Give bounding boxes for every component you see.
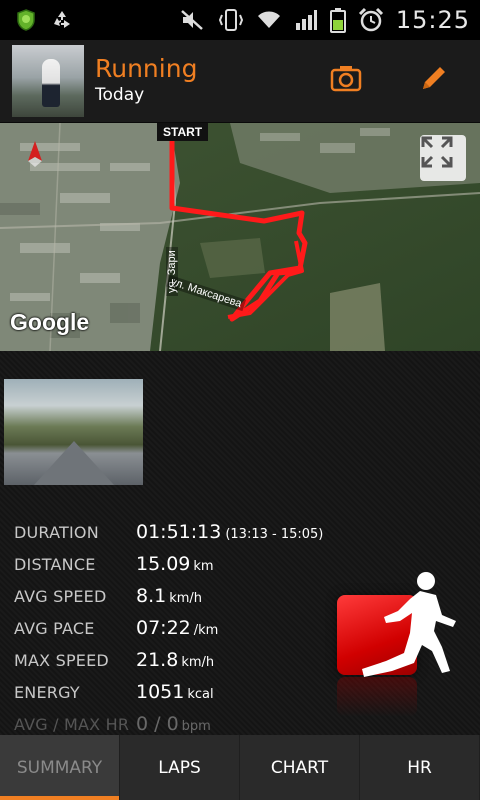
stat-label: AVG PACE [14, 619, 95, 638]
camera-icon [330, 64, 362, 96]
activity-title: Running [95, 54, 198, 83]
stat-value: 07:22/km [136, 617, 219, 639]
bottom-tabs: SUMMARY LAPS CHART HR [0, 735, 480, 800]
runner-icon [352, 569, 462, 703]
map-provider-logo: Google [10, 309, 90, 335]
edit-pencil-icon [419, 63, 449, 97]
status-time: 15:25 [395, 6, 470, 34]
stat-label: AVG SPEED [14, 587, 107, 606]
wifi-icon [256, 8, 282, 32]
edit-button[interactable] [414, 60, 454, 100]
stat-label: ENERGY [14, 683, 80, 702]
stat-value: 01:51:13 (13:13 - 15:05) [136, 521, 324, 543]
stat-label: DISTANCE [14, 555, 96, 574]
tab-summary[interactable]: SUMMARY [0, 735, 120, 800]
signal-icon [294, 8, 318, 32]
activity-date: Today [95, 85, 145, 105]
stat-label: AVG / MAX HR [14, 715, 130, 734]
tab-laps[interactable]: LAPS [120, 735, 240, 800]
stat-label: MAX SPEED [14, 651, 109, 670]
battery-icon [329, 7, 346, 33]
recycle-icon [50, 8, 74, 32]
tab-chart[interactable]: CHART [240, 735, 360, 800]
route-map[interactable]: START ул. Зари ул. Максарева Google [0, 123, 480, 351]
vibrate-icon [218, 8, 244, 32]
stat-label: DURATION [14, 523, 99, 542]
tab-hr[interactable]: HR [360, 735, 480, 800]
alarm-icon [358, 7, 384, 33]
mute-icon [180, 8, 206, 32]
stat-value: 1051 kcal [136, 681, 214, 703]
workout-header: Running Today [0, 40, 480, 123]
app-shield-icon [14, 8, 38, 32]
workout-photo[interactable] [4, 379, 143, 485]
camera-button[interactable] [326, 60, 366, 100]
status-bar: 15:25 [0, 0, 480, 40]
stat-value: 21.8 km/h [136, 649, 215, 671]
fullscreen-map-button[interactable] [420, 135, 466, 181]
workout-photo-thumbnail[interactable] [12, 45, 84, 117]
stat-value: 15.09 km [136, 553, 214, 575]
route-start-marker: START [157, 123, 209, 141]
workout-summary: DURATION 01:51:13 (13:13 - 15:05) DISTANC… [0, 351, 480, 735]
stat-value: 8.1 km/h [136, 585, 203, 607]
stat-value: 0 / 0 bpm [136, 713, 211, 735]
